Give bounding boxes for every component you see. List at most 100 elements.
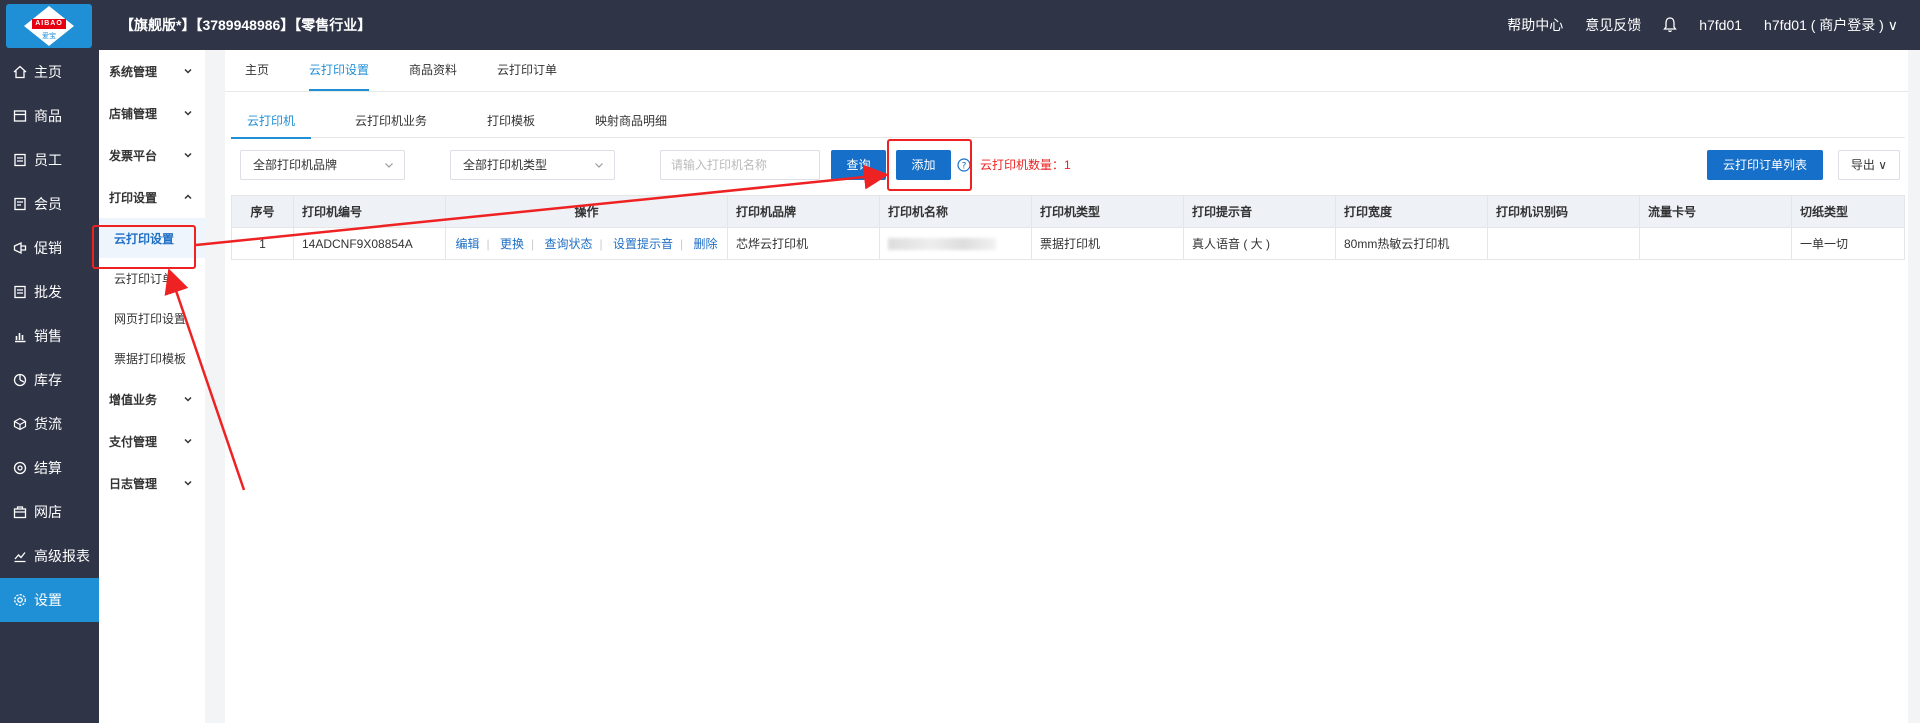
printer-name-input[interactable]: 请输入打印机名称 — [660, 150, 820, 180]
order-list-button[interactable]: 云打印订单列表 — [1707, 150, 1823, 180]
main-nav-rail: 主页商品员工会员促销 批发销售库存货流结算网店高级报表设置 — [0, 50, 99, 723]
logo-text: AIBAO — [32, 19, 66, 29]
rail-item-10[interactable]: 网店 — [0, 490, 99, 534]
printer-count: 云打印机数量：1 — [980, 158, 1071, 172]
col-width: 打印宽度 — [1335, 195, 1488, 228]
rail-item-7[interactable]: 库存 — [0, 358, 99, 402]
sales-icon — [12, 328, 28, 344]
feedback-link[interactable]: 意见反馈 — [1585, 15, 1641, 35]
tab-home[interactable]: 主页 — [245, 49, 289, 91]
delete-link[interactable]: 删除 — [693, 237, 717, 251]
submenu-item-receipt-template[interactable]: 票据打印模板 — [99, 338, 205, 378]
rail-item-6[interactable]: 销售 — [0, 314, 99, 358]
bell-icon[interactable] — [1663, 17, 1678, 33]
rail-item-12[interactable]: 设置 — [0, 578, 99, 622]
chevron-down-icon — [184, 438, 192, 444]
logo-subtext: 爱宝 — [42, 33, 56, 40]
cell-ident — [1487, 227, 1640, 260]
rail-item-3[interactable]: 会员 — [0, 182, 99, 226]
rail-item-5[interactable]: 批发 — [0, 270, 99, 314]
type-select-value: 全部打印机类型 — [463, 158, 548, 172]
col-sound: 打印提示音 — [1183, 195, 1336, 228]
staff-icon — [12, 152, 28, 168]
main-panel: 主页 云打印设置 商品资料 云打印订单 云打印机 云打印机业务 打印模板 映射商… — [225, 50, 1908, 723]
chevron-down-icon — [184, 480, 192, 486]
home-icon — [12, 64, 28, 80]
col-type: 打印机类型 — [1031, 195, 1184, 228]
shop-icon — [12, 504, 28, 520]
export-button[interactable]: 导出 ∨ — [1838, 150, 1900, 180]
subtab-cloud-printer[interactable]: 云打印机 — [231, 108, 312, 139]
chevron-down-icon — [385, 163, 393, 168]
rail-item-11[interactable]: 高级报表 — [0, 534, 99, 578]
rail-item-9[interactable]: 结算 — [0, 446, 99, 490]
replace-link[interactable]: 更换 — [500, 237, 524, 251]
rail-item-4[interactable]: 促销 — [0, 226, 99, 270]
table-row: 1 14ADCNF9X08854A 编辑 | 更换 | 查询状态 | 设置提示音 | 删… — [231, 227, 1905, 260]
rail-item-0[interactable]: 主页 — [0, 50, 99, 94]
tab-product-data[interactable]: 商品资料 — [389, 49, 477, 91]
rail-item-label: 结算 — [34, 460, 62, 476]
submenu-group-label: 日志管理 — [109, 476, 158, 491]
col-cut: 切纸类型 — [1791, 195, 1905, 228]
cell-sim — [1639, 227, 1792, 260]
top-bar: AIBAO 爱宝 【旗舰版*】【3789948986】【零售行业】 帮助中心 意… — [0, 0, 1920, 50]
header-right: 帮助中心 意见反馈 h7fd01 h7fd01 ( 商户登录 ) ∨ — [1507, 0, 1898, 50]
rail-item-label: 高级报表 — [34, 548, 90, 564]
masked-printer-name — [888, 238, 996, 251]
table-header-row: 序号 打印机编号 操作 打印机品牌 打印机名称 打印机类型 打印提示音 打印宽度… — [231, 195, 1905, 228]
rail-item-1[interactable]: 商品 — [0, 94, 99, 138]
user-menu[interactable]: h7fd01 ( 商户登录 ) ∨ — [1764, 15, 1898, 35]
cell-code: 14ADCNF9X08854A — [293, 227, 446, 260]
subtab-mapping-detail[interactable]: 映射商品明细 — [579, 108, 683, 138]
submenu-group-payment[interactable]: 支付管理 — [99, 420, 205, 462]
chevron-up-icon — [184, 194, 192, 200]
submenu-group-system[interactable]: 系统管理 — [99, 50, 205, 92]
subtab-printer-business[interactable]: 云打印机业务 — [339, 108, 443, 138]
member-icon — [12, 196, 28, 212]
col-ident: 打印机识别码 — [1487, 195, 1640, 228]
col-code: 打印机编号 — [293, 195, 446, 228]
wholesale-icon — [12, 284, 28, 300]
submenu-group-label: 支付管理 — [109, 434, 158, 449]
subtab-print-template[interactable]: 打印模板 — [471, 108, 551, 138]
aibao-logo[interactable]: AIBAO 爱宝 — [6, 4, 92, 48]
query-status-link[interactable]: 查询状态 — [544, 237, 592, 251]
page-tabs: 主页 云打印设置 商品资料 云打印订单 — [225, 50, 1908, 92]
brand-select-value: 全部打印机品牌 — [253, 158, 338, 172]
tab-cloud-print-settings[interactable]: 云打印设置 — [289, 49, 389, 91]
rail-item-label: 商品 — [34, 108, 62, 124]
submenu-group-value-added[interactable]: 增值业务 — [99, 378, 205, 420]
cell-brand: 芯烨云打印机 — [727, 227, 880, 260]
highlight-box-submenu — [92, 225, 196, 269]
submenu-group-logs[interactable]: 日志管理 — [99, 462, 205, 504]
submenu-group-invoice[interactable]: 发票平台 — [99, 134, 205, 176]
cell-name — [879, 227, 1032, 260]
edit-link[interactable]: 编辑 — [456, 237, 480, 251]
printer-table: 序号 打印机编号 操作 打印机品牌 打印机名称 打印机类型 打印提示音 打印宽度… — [231, 195, 1905, 260]
chevron-down-icon — [184, 110, 192, 116]
settings-icon — [12, 592, 28, 608]
rail-item-2[interactable]: 员工 — [0, 138, 99, 182]
type-select[interactable]: 全部打印机类型 — [450, 150, 615, 180]
rail-item-label: 销售 — [34, 328, 62, 344]
submenu-group-store[interactable]: 店铺管理 — [99, 92, 205, 134]
rail-item-label: 货流 — [34, 416, 62, 432]
query-button[interactable]: 查询 — [831, 150, 886, 180]
chevron-down-icon — [184, 152, 192, 158]
rail-item-8[interactable]: 货流 — [0, 402, 99, 446]
submenu-group-print[interactable]: 打印设置 — [99, 176, 205, 218]
user-short[interactable]: h7fd01 — [1699, 17, 1742, 33]
submenu-item-web-print-settings[interactable]: 网页打印设置 — [99, 298, 205, 338]
brand-select[interactable]: 全部打印机品牌 — [240, 150, 405, 180]
col-ops: 操作 — [445, 195, 728, 228]
promo-icon — [12, 240, 28, 256]
col-sim: 流量卡号 — [1639, 195, 1792, 228]
tab-cloud-print-orders[interactable]: 云打印订单 — [477, 49, 577, 91]
set-sound-link[interactable]: 设置提示音 — [613, 237, 673, 251]
logistics-icon — [12, 416, 28, 432]
submenu-group-label: 发票平台 — [109, 148, 158, 163]
rail-item-label: 员工 — [34, 152, 62, 168]
rail-item-label: 会员 — [34, 196, 62, 212]
help-center-link[interactable]: 帮助中心 — [1507, 15, 1563, 35]
